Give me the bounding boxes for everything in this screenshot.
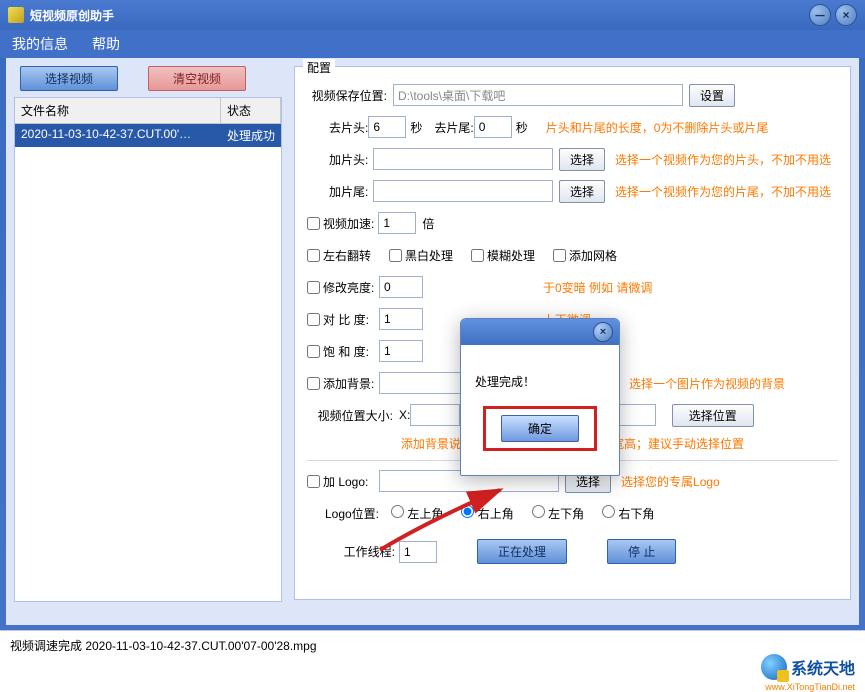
dialog-body: 处理完成！ 确定 <box>461 345 619 461</box>
speed-input[interactable] <box>378 212 416 234</box>
speed-label: 视频加速: <box>323 215 374 232</box>
dialog-ok-button[interactable]: 确定 <box>501 415 579 442</box>
dialog-ok-highlight: 确定 <box>483 406 597 451</box>
file-row-status: 处理成功 <box>221 124 281 147</box>
clear-video-button[interactable]: 清空视频 <box>148 66 246 91</box>
logo-pos-tr-radio[interactable] <box>461 505 474 518</box>
file-row[interactable]: 2020-11-03-10-42-37.CUT.00'… 处理成功 <box>15 124 281 147</box>
menu-my-info[interactable]: 我的信息 <box>12 34 68 54</box>
app-title: 短视频原创助手 <box>30 7 805 24</box>
completion-dialog: × 处理完成！ 确定 <box>460 318 620 476</box>
status-text: 视频调速完成 2020-11-03-10-42-37.CUT.00'07-00'… <box>10 637 317 654</box>
flip-label: 左右翻转 <box>323 247 371 264</box>
saturation-checkbox[interactable] <box>307 345 320 358</box>
saturation-input[interactable] <box>379 340 423 362</box>
trim-head-label: 去片头: <box>329 119 368 136</box>
logo-pos-bl-radio[interactable] <box>532 505 545 518</box>
add-tail-hint: 选择一个视频作为您的片尾，不加不用选 <box>615 183 831 200</box>
contrast-checkbox[interactable] <box>307 313 320 326</box>
pos-x-label: X: <box>399 408 410 422</box>
trim-hint: 片头和片尾的长度，0为不删除片头或片尾 <box>546 119 769 136</box>
select-video-button[interactable]: 选择视频 <box>20 66 118 91</box>
bw-label: 黑白处理 <box>405 247 453 264</box>
watermark: 系统天地 www.XiTongTianDi.net <box>761 654 855 680</box>
brightness-label: 修改亮度: <box>323 279 379 296</box>
save-path-label: 视频保存位置: <box>307 87 387 104</box>
statusbar: 视频调速完成 2020-11-03-10-42-37.CUT.00'07-00'… <box>0 630 865 660</box>
logo-pos-bl-label: 左下角 <box>548 507 584 521</box>
file-row-name: 2020-11-03-10-42-37.CUT.00'… <box>15 124 221 147</box>
dialog-close-button[interactable]: × <box>593 322 613 342</box>
logo-checkbox[interactable] <box>307 475 320 488</box>
logo-pos-label: Logo位置: <box>307 505 379 522</box>
choose-tail-button[interactable]: 选择 <box>559 180 605 203</box>
header-filename[interactable]: 文件名称 <box>15 98 221 123</box>
sec-label-2: 秒 <box>516 119 528 136</box>
pos-x-input[interactable] <box>410 404 460 426</box>
contrast-input[interactable] <box>379 308 423 330</box>
choose-head-button[interactable]: 选择 <box>559 148 605 171</box>
set-path-button[interactable]: 设置 <box>689 84 735 107</box>
logo-pos-tl-label: 左上角 <box>407 507 443 521</box>
watermark-globe-icon <box>761 654 787 680</box>
threads-input[interactable] <box>399 541 437 563</box>
app-icon <box>8 7 24 23</box>
menubar: 我的信息 帮助 <box>0 30 865 58</box>
trim-head-input[interactable] <box>368 116 406 138</box>
add-head-hint: 选择一个视频作为您的片头，不加不用选 <box>615 151 831 168</box>
stop-button[interactable]: 停 止 <box>607 539 676 564</box>
grid-checkbox[interactable] <box>553 249 566 262</box>
dialog-message: 处理完成！ <box>475 373 605 390</box>
threads-label: 工作线程: <box>307 543 395 560</box>
speed-unit: 倍 <box>422 215 434 232</box>
grid-label: 添加网格 <box>569 247 617 264</box>
config-title: 配置 <box>303 59 335 76</box>
file-list-header: 文件名称 状态 <box>15 98 281 124</box>
bg-checkbox[interactable] <box>307 377 320 390</box>
saturation-label: 饱 和 度: <box>323 343 379 360</box>
action-row: 选择视频 清空视频 <box>14 66 282 91</box>
bg-label: 添加背景: <box>323 375 379 392</box>
left-panel: 选择视频 清空视频 文件名称 状态 2020-11-03-10-42-37.CU… <box>14 66 282 602</box>
add-head-label: 加片头: <box>329 151 373 168</box>
sec-label-1: 秒 <box>410 119 422 136</box>
watermark-url: www.XiTongTianDi.net <box>765 682 855 692</box>
app-window: 短视频原创助手 － × 我的信息 帮助 选择视频 清空视频 文件名称 状态 20… <box>0 0 865 660</box>
select-position-button[interactable]: 选择位置 <box>672 404 754 427</box>
watermark-text: 系统天地 <box>791 655 855 679</box>
logo-label: 加 Logo: <box>323 473 379 490</box>
bw-checkbox[interactable] <box>389 249 402 262</box>
pos-label: 视频位置大小: <box>307 407 393 424</box>
brightness-hint: 于0变暗 例如 请微调 <box>543 279 652 296</box>
logo-pos-br-label: 右下角 <box>618 507 654 521</box>
menu-help[interactable]: 帮助 <box>92 34 120 54</box>
content-area: 选择视频 清空视频 文件名称 状态 2020-11-03-10-42-37.CU… <box>6 58 859 625</box>
trim-tail-label: 去片尾: <box>434 119 473 136</box>
add-tail-input[interactable] <box>373 180 553 202</box>
processing-button[interactable]: 正在处理 <box>477 539 567 564</box>
add-head-input[interactable] <box>373 148 553 170</box>
logo-pos-br-radio[interactable] <box>602 505 615 518</box>
close-button[interactable]: × <box>835 4 857 26</box>
contrast-label: 对 比 度: <box>323 311 379 328</box>
bg-hint: 选择一个图片作为视频的背景 <box>629 375 785 392</box>
brightness-checkbox[interactable] <box>307 281 320 294</box>
logo-pos-tr-label: 右上角 <box>478 507 514 521</box>
dialog-titlebar: × <box>461 319 619 345</box>
flip-checkbox[interactable] <box>307 249 320 262</box>
file-list: 文件名称 状态 2020-11-03-10-42-37.CUT.00'… 处理成… <box>14 97 282 602</box>
trim-tail-input[interactable] <box>474 116 512 138</box>
minimize-button[interactable]: － <box>809 4 831 26</box>
brightness-input[interactable] <box>379 276 423 298</box>
logo-pos-tl-radio[interactable] <box>391 505 404 518</box>
blur-checkbox[interactable] <box>471 249 484 262</box>
logo-hint: 选择您的专属Logo <box>621 473 720 490</box>
header-status[interactable]: 状态 <box>221 98 281 123</box>
blur-label: 模糊处理 <box>487 247 535 264</box>
save-path-input[interactable] <box>393 84 683 106</box>
speed-checkbox[interactable] <box>307 217 320 230</box>
titlebar: 短视频原创助手 － × <box>0 0 865 30</box>
add-tail-label: 加片尾: <box>329 183 373 200</box>
